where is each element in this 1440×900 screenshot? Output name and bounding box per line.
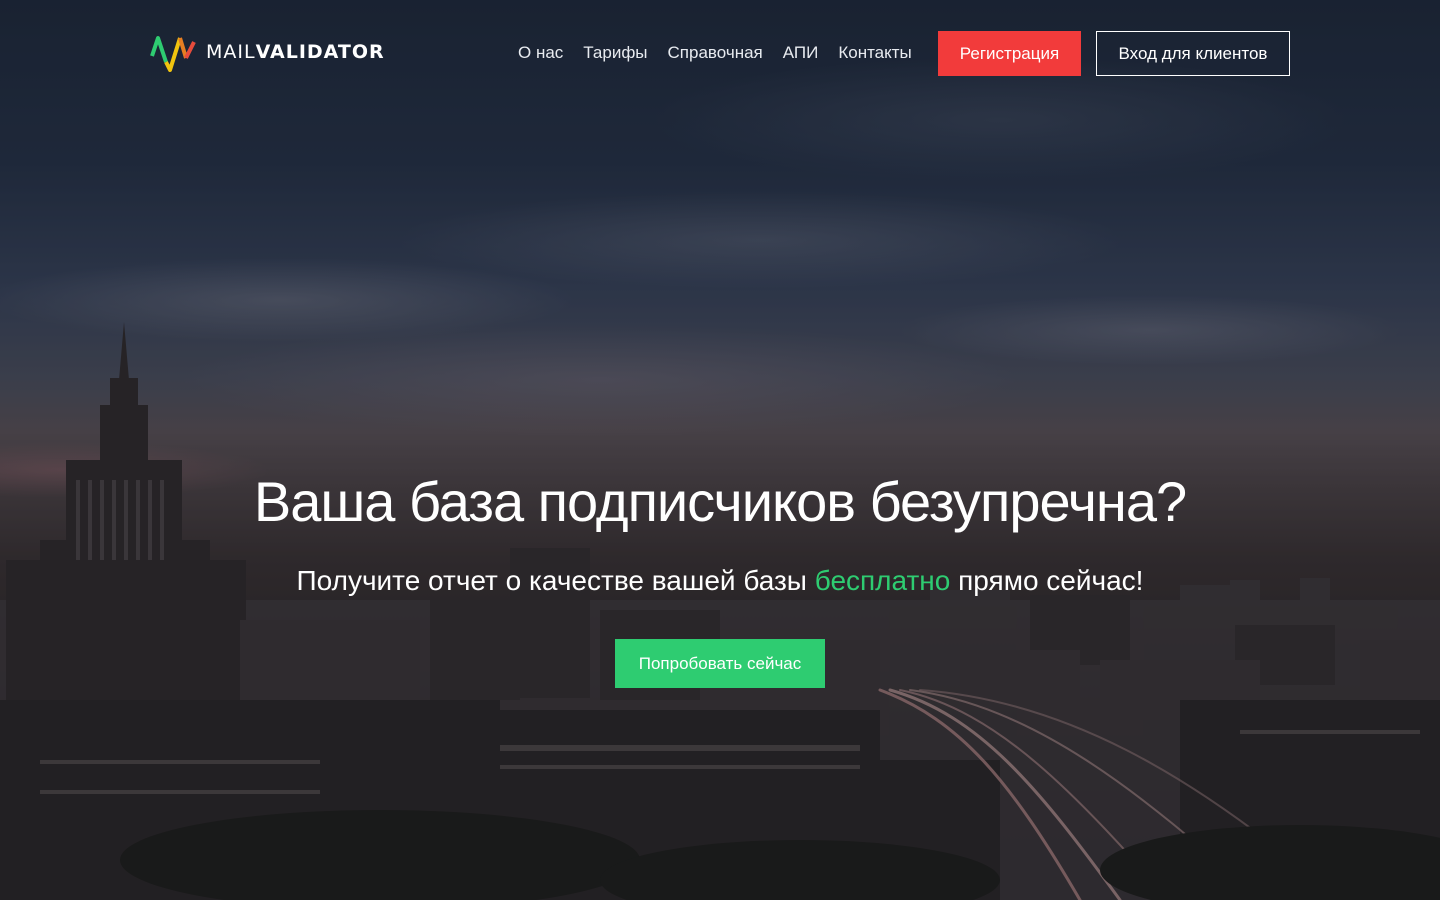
logo-v-mark-icon	[150, 36, 196, 72]
nav-link-help[interactable]: Справочная	[668, 43, 763, 63]
hero-subtitle-end: прямо сейчас!	[950, 565, 1144, 596]
brand-logo[interactable]: MAILVALIDATOR	[150, 32, 385, 72]
brand-name: MAILVALIDATOR	[206, 41, 385, 63]
hero-subtitle-start: Получите отчет о качестве вашей базы	[296, 565, 815, 596]
nav-link-contacts[interactable]: Контакты	[838, 43, 911, 63]
register-button[interactable]: Регистрация	[938, 31, 1081, 76]
client-login-button[interactable]: Вход для клиентов	[1096, 31, 1290, 76]
main-nav: О нас Тарифы Справочная АПИ Контакты	[508, 31, 922, 75]
hero-title: Ваша база подписчиков безупречна?	[253, 470, 1187, 533]
hero-subtitle: Получите отчет о качестве вашей базы бес…	[0, 562, 1440, 600]
brand-name-light: MAIL	[206, 41, 256, 63]
site-header: MAILVALIDATOR О нас Тарифы Справочная АП…	[0, 0, 1440, 100]
hero-subtitle-accent: бесплатно	[814, 565, 951, 596]
nav-link-api[interactable]: АПИ	[783, 43, 819, 63]
brand-name-bold: VALIDATOR	[255, 41, 385, 63]
hero-section: MAILVALIDATOR О нас Тарифы Справочная АП…	[0, 0, 1440, 900]
dark-overlay	[0, 0, 1440, 900]
nav-link-about[interactable]: О нас	[518, 43, 563, 63]
nav-link-pricing[interactable]: Тарифы	[583, 43, 647, 63]
try-now-button[interactable]: Попробовать сейчас	[615, 639, 825, 688]
